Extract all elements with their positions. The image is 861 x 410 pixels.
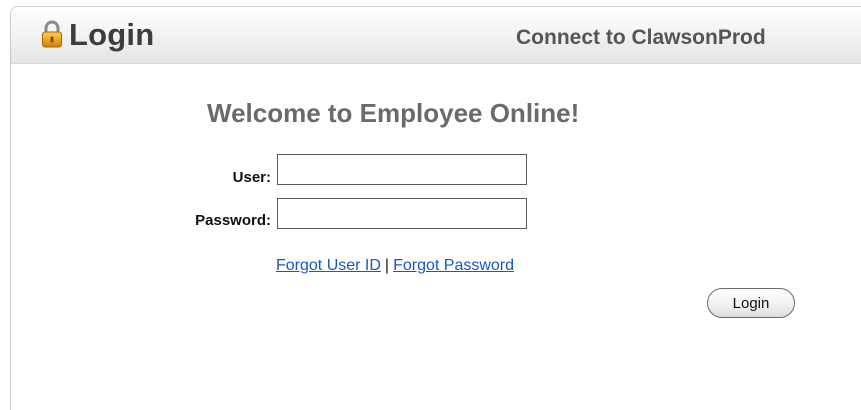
user-label: User: [232, 169, 271, 186]
login-header: Login Connect to ClawsonProd [11, 7, 861, 64]
login-button[interactable]: Login [707, 288, 795, 318]
password-input[interactable] [277, 198, 527, 229]
user-input[interactable] [277, 154, 527, 185]
page-title: Login [69, 17, 155, 52]
login-panel: Login Connect to ClawsonProd Welcome to … [10, 6, 861, 410]
lock-icon [41, 20, 63, 48]
forgot-password-link[interactable]: Forgot Password [393, 257, 514, 274]
link-separator: | [384, 257, 390, 274]
welcome-heading: Welcome to Employee Online! [207, 98, 580, 128]
forgot-links: Forgot User ID | Forgot Password [276, 257, 514, 275]
password-label: Password: [195, 212, 271, 229]
forgot-user-id-link[interactable]: Forgot User ID [276, 257, 381, 274]
connect-label: Connect to ClawsonProd [516, 26, 766, 49]
